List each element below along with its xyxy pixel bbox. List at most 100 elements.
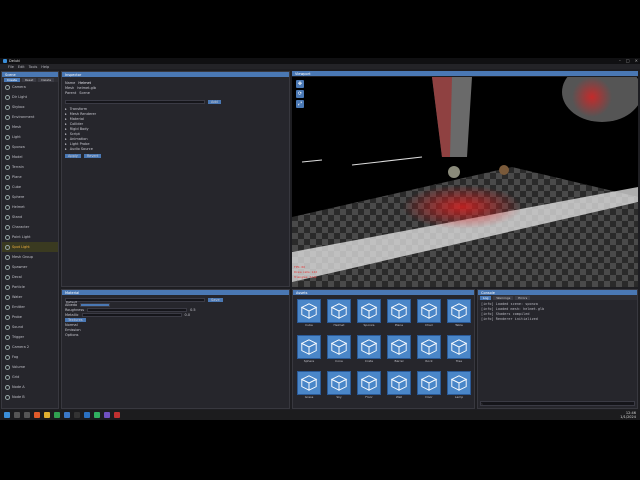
hierarchy-item[interactable]: Volume	[2, 362, 58, 372]
hierarchy-item[interactable]: Water	[2, 292, 58, 302]
reset-button[interactable]: Reset	[21, 77, 37, 82]
create-button[interactable]: Create	[4, 77, 20, 82]
asset-item[interactable]: Grass	[296, 371, 322, 402]
start-icon[interactable]	[4, 412, 10, 418]
hierarchy-item[interactable]: Spawner	[2, 262, 58, 272]
asset-item[interactable]: Floor	[356, 371, 382, 402]
hierarchy-item[interactable]: Light	[2, 132, 58, 142]
revert-button[interactable]: Revert	[83, 153, 102, 158]
hierarchy-item[interactable]: Node B	[2, 392, 58, 402]
terminal-icon[interactable]	[74, 412, 80, 418]
asset-item[interactable]: Crate	[356, 335, 382, 366]
apply-button[interactable]: Apply	[65, 153, 81, 158]
chrome-icon[interactable]	[54, 412, 60, 418]
hierarchy-item[interactable]: Node A	[2, 382, 58, 392]
hierarchy-item[interactable]: Helmet	[2, 202, 58, 212]
node-icon	[5, 144, 10, 150]
hierarchy-item[interactable]: Fog	[2, 352, 58, 362]
metallic-input[interactable]	[81, 312, 182, 317]
hierarchy-item[interactable]: Emitter	[2, 302, 58, 312]
hierarchy-item[interactable]: Trigger	[2, 332, 58, 342]
system-clock[interactable]: 12:46 1/1/2024	[620, 411, 636, 419]
asset-item[interactable]: Tree	[446, 335, 472, 366]
asset-item[interactable]: Barrel	[386, 335, 412, 366]
hierarchy-item[interactable]: Dir Light	[2, 92, 58, 102]
asset-item[interactable]: Cube	[296, 299, 322, 330]
menu-tools[interactable]: Tools	[29, 65, 38, 69]
material-name-input[interactable]: Default	[65, 297, 205, 304]
save-material-button[interactable]: Save	[208, 297, 223, 302]
tab-log[interactable]: Log	[480, 295, 492, 300]
hierarchy-item[interactable]: Probe	[2, 312, 58, 322]
browser-icon[interactable]	[34, 412, 40, 418]
hierarchy-item[interactable]: Sphere	[2, 192, 58, 202]
asset-item[interactable]: Cone	[326, 335, 352, 366]
hierarchy-item[interactable]: Mesh Group	[2, 252, 58, 262]
roughness-input[interactable]	[87, 307, 188, 312]
folder-icon[interactable]	[44, 412, 50, 418]
normal-section[interactable]: Normal	[65, 323, 78, 327]
asset-item[interactable]: Sky	[326, 371, 352, 402]
name-value[interactable]: Helmet	[78, 81, 91, 85]
component-search-input[interactable]	[65, 99, 205, 104]
asset-item[interactable]: Chair	[416, 299, 442, 330]
add-component-button[interactable]: Add	[208, 99, 221, 104]
music-icon[interactable]	[94, 412, 100, 418]
albedo-swatch[interactable]	[80, 302, 111, 307]
mail-icon[interactable]	[84, 412, 90, 418]
hierarchy-item[interactable]: Camera	[2, 82, 58, 92]
asset-item[interactable]: Wall	[386, 371, 412, 402]
hierarchy-item[interactable]: Point Light	[2, 232, 58, 242]
asset-item[interactable]: Sponza	[356, 299, 382, 330]
hierarchy-item[interactable]: Terrain	[2, 162, 58, 172]
hierarchy-item[interactable]: Decal	[2, 272, 58, 282]
asset-item[interactable]: Helmet	[326, 299, 352, 330]
scale-tool-button[interactable]: ⤢	[296, 100, 304, 108]
menu-file[interactable]: File	[8, 65, 14, 69]
store-icon[interactable]	[114, 412, 120, 418]
asset-item[interactable]: Door	[416, 371, 442, 402]
editor-icon[interactable]	[64, 412, 70, 418]
menu-edit[interactable]: Edit	[18, 65, 25, 69]
hierarchy-item[interactable]: Sound	[2, 322, 58, 332]
asset-item[interactable]: Lamp	[446, 371, 472, 402]
hierarchy-item[interactable]: Model	[2, 152, 58, 162]
asset-item[interactable]: Table	[446, 299, 472, 330]
hierarchy-item[interactable]: Particle	[2, 282, 58, 292]
hierarchy-item[interactable]: Mesh	[2, 122, 58, 132]
minimize-button[interactable]: –	[619, 58, 621, 63]
options-section[interactable]: Options	[65, 333, 79, 337]
asset-item[interactable]: Rock	[416, 335, 442, 366]
tab-warnings[interactable]: Warnings	[493, 295, 514, 300]
console-input[interactable]	[480, 401, 635, 406]
mesh-value[interactable]: helmet.glb	[77, 86, 96, 90]
hierarchy-item[interactable]: Camera 2	[2, 342, 58, 352]
component-item[interactable]: ▸ Audio Source	[62, 146, 289, 151]
taskview-icon[interactable]	[24, 412, 30, 418]
move-tool-button[interactable]: ✥	[296, 80, 304, 88]
hierarchy-item[interactable]: Skybox	[2, 102, 58, 112]
menu-help[interactable]: Help	[41, 65, 49, 69]
rotate-tool-button[interactable]: ⟳	[296, 90, 304, 98]
hierarchy-item[interactable]: Grid	[2, 372, 58, 382]
hierarchy-item[interactable]: Environment	[2, 112, 58, 122]
scene-viewport[interactable]: ✥ ⟳ ⤢ FPS: 60 Draw calls: 142 Triangles:…	[292, 77, 638, 287]
hierarchy-item[interactable]: Character	[2, 222, 58, 232]
hierarchy-item[interactable]: Plane	[2, 172, 58, 182]
hierarchy-item[interactable]: Cube	[2, 182, 58, 192]
asset-item[interactable]: Sphere	[296, 335, 322, 366]
emission-section[interactable]: Emission	[65, 328, 81, 332]
search-icon[interactable]	[14, 412, 20, 418]
chat-icon[interactable]	[104, 412, 110, 418]
delete-button[interactable]: Delete	[38, 77, 55, 82]
maximize-button[interactable]: □	[626, 58, 630, 63]
parent-value[interactable]: Scene	[79, 91, 90, 95]
asset-item[interactable]: Plane	[386, 299, 412, 330]
hierarchy-item[interactable]: Sponza	[2, 142, 58, 152]
textures-section[interactable]: Textures	[65, 317, 86, 322]
tab-errors[interactable]: Errors	[515, 295, 531, 300]
chevron-right-icon: ▸	[65, 131, 67, 136]
hierarchy-item[interactable]: Spot Light	[2, 242, 58, 252]
hierarchy-item[interactable]: Stand	[2, 212, 58, 222]
close-button[interactable]: ✕	[635, 58, 638, 63]
